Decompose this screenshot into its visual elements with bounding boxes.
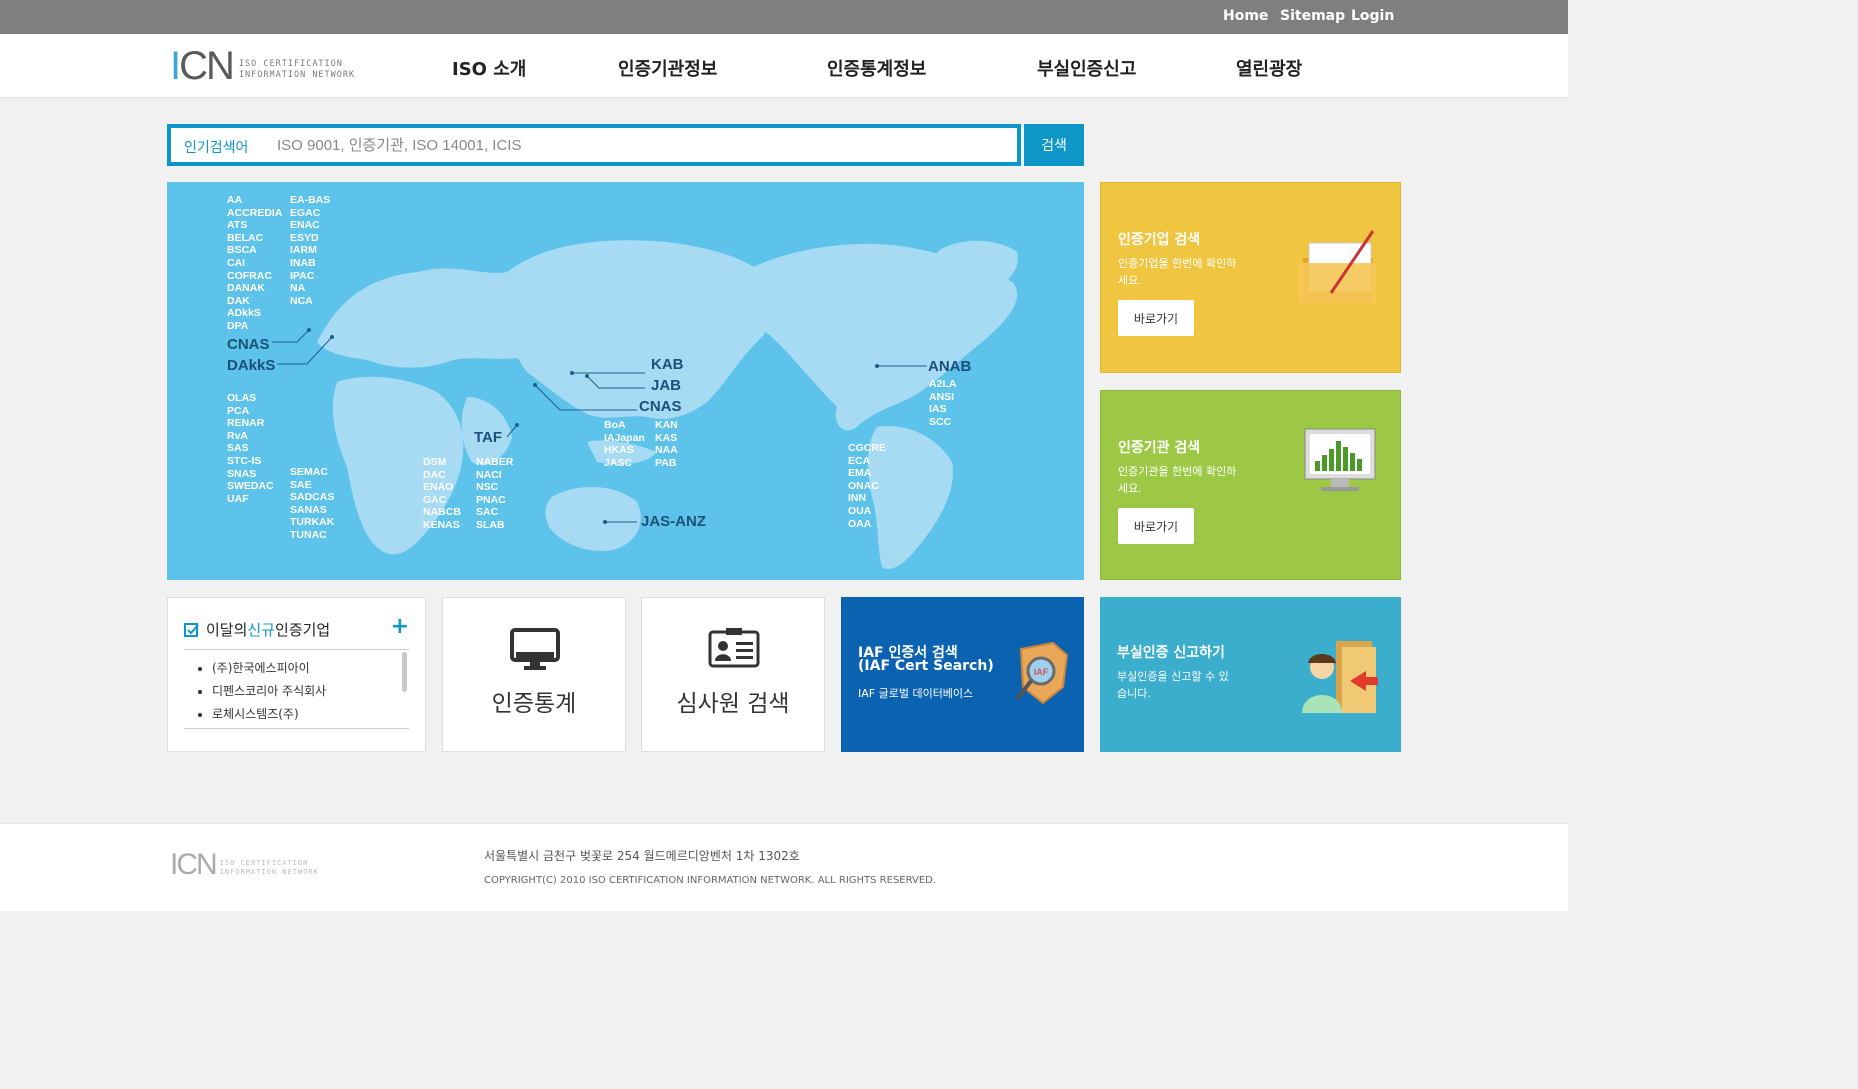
agency-list-africa: SEMAC SAE SADCAS SANAS TURKAK TUNAC <box>290 466 335 541</box>
new-companies-title-post: 인증기업 <box>275 621 331 639</box>
report-fraud-card[interactable]: 부실인증 신고하기 부실인증을 신고할 수 있습니다. <box>1100 597 1401 752</box>
nav-agency-info[interactable]: 인증기관정보 <box>618 55 717 81</box>
person-folder-icon <box>1302 641 1378 713</box>
site-footer: ICN ISO CERTIFICATION INFORMATION NETWOR… <box>0 823 1568 911</box>
new-companies-title: 이달의 신규 인증기업 <box>184 619 330 640</box>
agency-list-asia-2: NABER NACI NSC PNAC SAC SLAB <box>476 456 514 531</box>
id-card-icon <box>708 628 760 668</box>
agency-search-desc: 인증기관을 한번에 확인하세요. <box>1118 465 1237 495</box>
footer-copyright: COPYRIGHT(C) 2010 ISO CERTIFICATION INFO… <box>484 875 937 886</box>
popular-keywords-label: 인기검색어 <box>184 140 249 156</box>
folder-pen-icon <box>1299 230 1377 303</box>
agency-jas-anz[interactable]: JAS-ANZ <box>641 513 706 530</box>
agency-list-europe-2: EA-BAS EGAC ENAC ESYD IARM INAB IPAC NA … <box>290 194 331 307</box>
agency-cnas-asia[interactable]: CNAS <box>639 398 682 415</box>
new-companies-box: 이달의 신규 인증기업 + (주)한국에스피아이 디펜스코리아 주식회사 로체시… <box>167 597 426 752</box>
auditor-search-tile[interactable]: 심사원 검색 <box>641 597 825 752</box>
search-box: 인기검색어 <box>167 124 1021 166</box>
agency-dakks[interactable]: DAkkS <box>227 357 275 374</box>
home-link[interactable]: Home <box>1223 8 1268 24</box>
divider-top <box>184 649 409 650</box>
footer-logo-mark: ICN <box>170 848 218 881</box>
list-scrollbar[interactable] <box>402 652 407 692</box>
agency-cnas-europe[interactable]: CNAS <box>227 336 270 353</box>
agency-list-asia-1: DSM DAC ENAO GAC NABCB KENAS <box>423 456 461 531</box>
search-input[interactable] <box>277 134 977 156</box>
agency-anab[interactable]: ANAB <box>928 358 971 375</box>
logo-line2: INFORMATION NETWORK <box>238 70 356 80</box>
agency-search-card: 인증기관 검색 인증기관을 한번에 확인하세요. 바로가기 <box>1100 390 1401 580</box>
footer-address: 서울특별시 금천구 벚꽃로 254 월드메르디앙벤처 1차 1302호 <box>484 849 800 863</box>
iaf-title-line2: (IAF Cert Search) <box>858 658 994 674</box>
auditor-search-tile-label: 심사원 검색 <box>676 691 790 717</box>
footer-logo-line2: INFORMATION NETWORK <box>219 868 319 876</box>
list-item[interactable]: 로체시스템즈(주) <box>212 703 326 726</box>
nav-statistics[interactable]: 인증통계정보 <box>827 55 926 81</box>
shield-magnifier-icon: IAF <box>1015 641 1069 705</box>
agency-list-south-america: CGCRE ECA EMA ONAC INN OUA OAA <box>848 442 886 530</box>
footer-logo: ICN ISO CERTIFICATION INFORMATION NETWOR… <box>170 848 319 882</box>
iaf-badge-text: IAF <box>1034 667 1049 677</box>
agency-list-asia-4: KAN KAS NAA PAB <box>655 419 678 469</box>
main-header: ICN ISO CERTIFICATION INFORMATION NETWOR… <box>0 34 1568 98</box>
agency-list-europe-3: OLAS PCA RENAR RvA SAS STC-IS SNAS SWEDA… <box>227 392 274 505</box>
report-desc: 부실인증을 신고할 수 있습니다. <box>1117 670 1229 700</box>
more-plus-icon[interactable]: + <box>391 614 409 639</box>
agency-jab[interactable]: JAB <box>651 377 681 394</box>
footer-logo-line1: ISO CERTIFICATION <box>219 859 309 867</box>
agency-taf[interactable]: TAF <box>474 429 502 446</box>
report-title: 부실인증 신고하기 <box>1117 645 1225 661</box>
new-companies-list: (주)한국에스피아이 디펜스코리아 주식회사 로체시스템즈(주) <box>212 657 326 726</box>
search-button[interactable]: 검색 <box>1024 124 1084 166</box>
list-item[interactable]: 디펜스코리아 주식회사 <box>212 680 326 703</box>
agency-search-title: 인증기관 검색 <box>1118 440 1201 456</box>
new-companies-title-highlight: 신규 <box>247 621 276 639</box>
monitor-chart-icon <box>1304 428 1376 491</box>
nav-report[interactable]: 부실인증신고 <box>1037 55 1136 81</box>
logo-mark-cn: CN <box>179 44 235 88</box>
login-link[interactable]: Login <box>1351 8 1394 24</box>
company-search-card: 인증기업 검색 인증기업을 한번에 확인하세요. 바로가기 <box>1100 182 1401 373</box>
divider-bottom <box>184 728 409 729</box>
checkbox-icon <box>184 622 199 637</box>
agency-list-north-america: A2LA ANSI IAS SCC <box>929 378 957 428</box>
nav-forum[interactable]: 열린광장 <box>1236 55 1302 81</box>
iaf-cert-search-card[interactable]: IAF 인증서 검색 (IAF Cert Search) IAF 글로벌 데이터… <box>841 597 1084 752</box>
company-search-desc: 인증기업을 한번에 확인하세요. <box>1118 257 1237 287</box>
statistics-tile-label: 인증통계 <box>491 691 577 717</box>
top-utility-bar: Home Sitemap Login <box>0 0 1568 34</box>
company-search-title: 인증기업 검색 <box>1118 232 1201 248</box>
nav-iso-intro[interactable]: ISO 소개 <box>452 55 526 81</box>
agency-kab[interactable]: KAB <box>651 356 684 373</box>
agency-list-europe-1: AA ACCREDIA ATS BELAC BSCA CAI COFRAC DA… <box>227 194 283 332</box>
sitemap-link[interactable]: Sitemap <box>1280 8 1345 24</box>
agency-list-asia-3: BoA IAJapan HKAS JASC <box>604 419 645 469</box>
list-item[interactable]: (주)한국에스피아이 <box>212 657 326 680</box>
logo-mark-i: I <box>170 44 181 88</box>
accreditation-world-map: AA ACCREDIA ATS BELAC BSCA CAI COFRAC DA… <box>167 182 1084 580</box>
monitor-icon <box>510 628 560 670</box>
site-logo[interactable]: ICN ISO CERTIFICATION INFORMATION NETWOR… <box>170 46 355 86</box>
company-search-go-button[interactable]: 바로가기 <box>1118 300 1194 336</box>
logo-line1: ISO CERTIFICATION <box>238 59 343 69</box>
new-companies-title-pre: 이달의 <box>206 621 248 639</box>
agency-search-go-button[interactable]: 바로가기 <box>1118 508 1194 544</box>
statistics-tile[interactable]: 인증통계 <box>442 597 626 752</box>
